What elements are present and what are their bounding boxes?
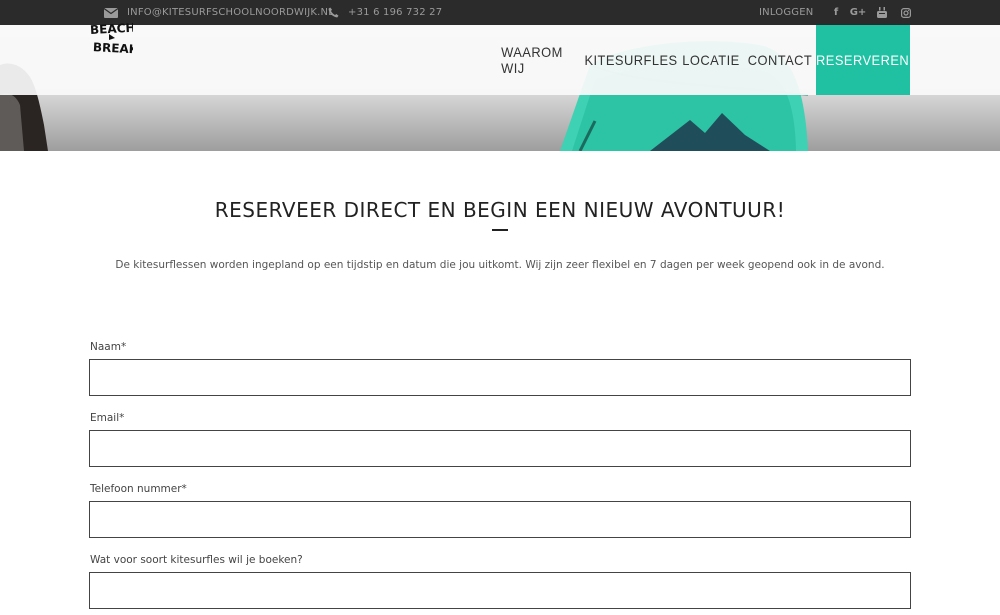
facebook-icon[interactable]: f <box>828 0 844 25</box>
nav-contact[interactable]: CONTACT <box>748 25 812 95</box>
nav-reserveren-label: RESERVEREN <box>816 52 910 68</box>
intro-text: De kitesurflessen worden ingepland op ee… <box>115 259 885 271</box>
name-label: Naam* <box>90 341 127 353</box>
phone-input[interactable] <box>89 501 911 538</box>
youtube-icon[interactable] <box>874 0 890 25</box>
lesson-type-input[interactable] <box>89 572 911 609</box>
contact-email-link[interactable]: INFO@KITESURFSCHOOLNOORDWIJK.NL <box>127 0 334 25</box>
beach-break-logo[interactable]: BEACH BREAK <box>89 16 139 58</box>
svg-text:BEACH: BEACH <box>90 21 133 37</box>
name-input[interactable] <box>89 359 911 396</box>
login-link[interactable]: INLOGGEN <box>759 0 813 25</box>
email-input[interactable] <box>89 430 911 467</box>
top-bar: INFO@KITESURFSCHOOLNOORDWIJK.NL +31 6 19… <box>0 0 1000 25</box>
nav-locatie[interactable]: LOCATIE <box>682 25 739 95</box>
contact-phone-link[interactable]: +31 6 196 732 27 <box>348 0 442 25</box>
phone-label: Telefoon nummer* <box>90 483 187 495</box>
page-title: RESERVEER DIRECT EN BEGIN EEN NIEUW AVON… <box>214 198 786 222</box>
phone-icon <box>328 0 339 25</box>
nav-waarom-wij[interactable]: WAAROM WIJ <box>501 25 573 95</box>
nav-reserveren-button[interactable]: RESERVEREN <box>816 25 910 95</box>
instagram-icon[interactable] <box>898 0 914 25</box>
svg-text:BREAK: BREAK <box>93 40 133 56</box>
title-divider <box>492 229 508 231</box>
google-plus-icon[interactable]: G+ <box>849 0 867 25</box>
email-label: Email* <box>90 412 125 424</box>
lesson-type-label: Wat voor soort kitesurfles wil je boeken… <box>90 554 303 566</box>
nav-kitesurfles[interactable]: KITESURFLES <box>584 25 677 95</box>
